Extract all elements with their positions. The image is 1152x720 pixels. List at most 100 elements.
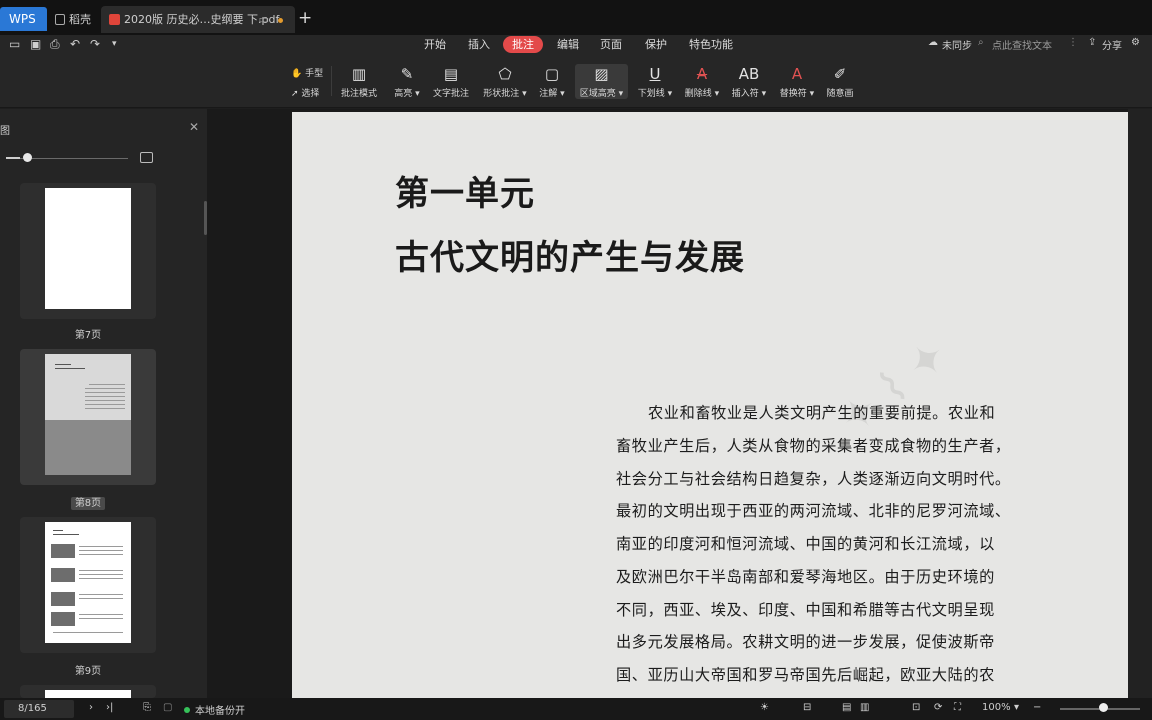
annotation-mode-button[interactable]: ▥ 批注模式 [338, 64, 380, 99]
pdf-icon [109, 14, 120, 25]
export-icon[interactable]: ⎘ [143, 702, 151, 713]
strikethrough-button[interactable]: A 删除线 ▾ [683, 64, 721, 99]
menu-insert[interactable]: 插入 [468, 36, 490, 53]
zoom-slider-knob[interactable] [1099, 703, 1108, 712]
hand-icon: ✋ [291, 69, 303, 79]
freehand-icon: ✐ [833, 65, 847, 83]
select-tool-button[interactable]: ➚ 选择 [291, 86, 319, 99]
thumbnail-image [45, 522, 131, 643]
eye-protection-icon[interactable]: ☀ [760, 702, 769, 713]
backup-status[interactable]: 本地备份开 [184, 702, 245, 717]
tab-document-label: 2020版 历史必…史纲要 下.pdf [124, 13, 280, 26]
underline-button[interactable]: U 下划线 ▾ [636, 64, 674, 99]
zoom-level[interactable]: 100% [982, 702, 1011, 713]
thumbnail-page-9[interactable] [20, 517, 156, 653]
paragraph-line: 出多元发展格局。农耕文明的进一步发展，促使波斯帝 [616, 633, 995, 651]
pdf-page: ✦ ⌇ ✦ 第一单元 古代文明的产生与发展 农业和畜牧业是人类文明产生的重要前提… [292, 112, 1128, 698]
replace-caret-icon: A [791, 65, 803, 83]
menu-annotate[interactable]: 批注 [503, 36, 543, 53]
menu-edit[interactable]: 编辑 [557, 36, 579, 53]
strikethrough-icon: A [696, 65, 708, 83]
last-page-icon[interactable]: ›| [106, 702, 113, 713]
underline-icon: U [649, 65, 661, 83]
text-annotation-label: 文字批注 [432, 89, 469, 99]
note-icon: ▢ [544, 65, 560, 83]
hand-tool-button[interactable]: ✋ 手型 [291, 66, 323, 79]
fullscreen-icon[interactable]: ⛶ [954, 702, 961, 713]
freehand-button[interactable]: ✐ 随意画 [824, 64, 856, 99]
fit-page-icon[interactable]: ⊟ [803, 702, 811, 713]
unsaved-dot-icon [278, 18, 283, 23]
replace-caret-label: 替换符 ▾ [779, 89, 815, 99]
insert-caret-button[interactable]: AB 插入符 ▾ [729, 64, 769, 99]
page-number-input[interactable]: 8/165 [4, 700, 74, 718]
settings-gear-icon[interactable]: ⚙ [1131, 37, 1140, 48]
save-icon[interactable]: ▣ [30, 37, 41, 51]
paragraph-line: 国、亚历山大帝国和罗马帝国先后崛起，欧亚大陆的农 [616, 666, 995, 684]
note-button[interactable]: ▢ 注解 ▾ [537, 64, 567, 99]
text-annotation-icon: ▤ [443, 65, 459, 83]
annotation-toolbar: ✋ 手型 ➚ 选择 ▥ 批注模式 ✎ 高亮 ▾ ▤ 文字批注 ⬠ 形状批注 ▾ ▢ 注解 … [0, 55, 1152, 108]
vertical-scrollbar[interactable] [1128, 109, 1152, 698]
thumbnail-label: 第8页 [20, 494, 156, 510]
thumbnail-page-8[interactable] [20, 349, 156, 485]
thumbnail-page-7[interactable] [20, 183, 156, 319]
menu-page[interactable]: 页面 [600, 36, 622, 53]
single-page-icon[interactable]: ▤ [842, 702, 851, 713]
image-icon[interactable] [140, 152, 153, 163]
zoom-out-button[interactable]: − [1033, 702, 1041, 713]
window-icon[interactable]: ▭ [259, 6, 269, 33]
strikethrough-label: 删除线 ▾ [684, 89, 720, 99]
paragraph-line: 社会分工与社会结构日趋复杂，人类逐渐迈向文明时代。 [616, 470, 1011, 488]
quick-access-more-icon[interactable]: ▾ [112, 39, 117, 49]
tab-store[interactable]: 稻壳 [50, 6, 100, 33]
more-icon[interactable]: ⋮ [1068, 37, 1078, 48]
annotation-mode-icon: ▥ [351, 65, 367, 83]
undo-icon[interactable]: ↶ [70, 37, 80, 51]
annotation-mode-label: 批注模式 [340, 89, 377, 99]
zoom-dropdown-icon[interactable]: ▾ [1014, 702, 1019, 713]
print-icon[interactable]: ⎙ [50, 37, 60, 52]
highlight-button[interactable]: ✎ 高亮 ▾ [389, 64, 425, 99]
document-view[interactable]: ✦ ⌇ ✦ 第一单元 古代文明的产生与发展 农业和畜牧业是人类文明产生的重要前提… [207, 109, 1152, 698]
paragraph-line: 不同，西亚、埃及、印度、中国和希腊等古代文明呈现 [616, 601, 995, 619]
menu-features[interactable]: 特色功能 [689, 36, 733, 53]
tab-document[interactable]: 2020版 历史必…史纲要 下.pdf ▭ [101, 6, 295, 33]
redo-icon[interactable]: ↷ [90, 37, 100, 51]
sync-status[interactable]: 未同步 [942, 37, 972, 52]
freehand-label: 随意画 [826, 89, 854, 99]
panel-title: 图 [0, 126, 10, 137]
menu-protect[interactable]: 保护 [645, 36, 667, 53]
thumbnail-size-knob[interactable] [23, 153, 32, 162]
fit-width-icon[interactable]: ⊡ [912, 702, 920, 713]
watermark: ✦ ⌇ ✦ [829, 329, 958, 446]
backup-label: 本地备份开 [195, 706, 245, 717]
double-page-icon[interactable]: ▥ [860, 702, 869, 713]
paragraph-line: 及欧洲巴尔干半岛南部和爱琴海地区。由于历史环境的 [616, 568, 995, 586]
rotate-icon[interactable]: ⟳ [934, 702, 942, 713]
page-icon[interactable]: ▢ [163, 702, 172, 713]
close-panel-icon[interactable]: ✕ [189, 120, 199, 134]
zoom-out-icon[interactable] [6, 157, 20, 159]
open-folder-icon[interactable]: ▭ [9, 37, 20, 51]
search-input[interactable]: 点此查找文本 [992, 37, 1052, 52]
thumbnail-page-10[interactable] [20, 685, 156, 698]
share-icon[interactable]: ⇪ [1088, 37, 1096, 48]
share-button[interactable]: 分享 [1102, 37, 1122, 52]
store-icon [55, 14, 65, 25]
text-annotation-button[interactable]: ▤ 文字批注 [430, 64, 472, 99]
next-page-icon[interactable]: › [89, 702, 93, 713]
menu-start[interactable]: 开始 [424, 36, 446, 53]
sync-icon[interactable]: ☁ [928, 37, 938, 48]
tab-bar: WPS 稻壳 2020版 历史必…史纲要 下.pdf ▭ + [0, 0, 1152, 35]
note-label: 注解 ▾ [539, 89, 565, 99]
shape-annotation-button[interactable]: ⬠ 形状批注 ▾ [480, 64, 530, 99]
new-tab-button[interactable]: + [298, 6, 312, 30]
area-highlight-button[interactable]: ▨ 区域高亮 ▾ [575, 64, 628, 99]
search-icon[interactable]: ⌕ [978, 37, 984, 48]
thumbnail-image [45, 690, 131, 698]
replace-caret-button[interactable]: A 替换符 ▾ [777, 64, 817, 99]
tab-wps-home[interactable]: WPS [0, 7, 47, 31]
status-bar: 8/165 › ›| ⎘ ▢ 本地备份开 ☀ ⊟ ▤ ▥ ⊡ ⟳ ⛶ 100% … [0, 698, 1152, 720]
thumbnail-panel: 图 ✕ 第7页 第8页 第9页 [0, 109, 207, 698]
